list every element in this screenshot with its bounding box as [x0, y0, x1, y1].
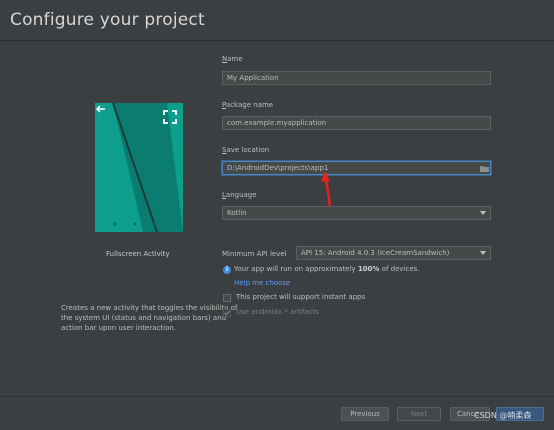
min-api-value: API 15: Android 4.0.3 (IceCreamSandwich)	[301, 249, 450, 257]
min-api-select[interactable]: API 15: Android 4.0.3 (IceCreamSandwich)	[296, 246, 491, 260]
name-field[interactable]: My Application	[222, 71, 491, 85]
device-coverage-text: Your app will run on approximately 100% …	[234, 265, 420, 273]
next-button[interactable]: Next	[397, 407, 441, 421]
androidx-checkbox[interactable]	[223, 309, 231, 317]
package-name-label: Package name	[222, 101, 274, 109]
androidx-label: Use androidx.* artifacts	[236, 308, 319, 316]
save-location-label: Save location	[222, 146, 270, 154]
watermark: CSDN @喃柔森	[474, 411, 532, 420]
page-title: Configure your project	[10, 10, 205, 30]
language-label: Language	[222, 191, 257, 199]
dialog-header: Configure your project	[0, 0, 554, 41]
fullscreen-icon	[163, 110, 177, 124]
language-select[interactable]: Kotlin	[222, 206, 491, 220]
template-description: Creates a new activity that toggles the …	[61, 304, 238, 332]
folder-icon[interactable]	[480, 165, 489, 172]
name-label: Name	[222, 55, 243, 63]
chevron-down-icon	[480, 211, 486, 215]
instant-apps-label: This project will support instant apps	[236, 293, 366, 301]
back-arrow-icon	[95, 105, 105, 113]
min-api-label: Minimum API level	[222, 250, 287, 258]
previous-button[interactable]: Previous	[341, 407, 389, 421]
language-value: Kotlin	[227, 209, 247, 217]
template-name: Fullscreen Activity	[106, 250, 170, 258]
info-icon: i	[223, 266, 231, 274]
save-location-field[interactable]: D:\AndroidDev\projects\app1	[222, 161, 491, 175]
instant-apps-checkbox[interactable]	[223, 294, 231, 302]
package-name-field[interactable]: com.example.myapplication	[222, 116, 491, 130]
chevron-down-icon	[480, 251, 486, 255]
help-me-choose-link[interactable]: Help me choose	[234, 279, 290, 287]
